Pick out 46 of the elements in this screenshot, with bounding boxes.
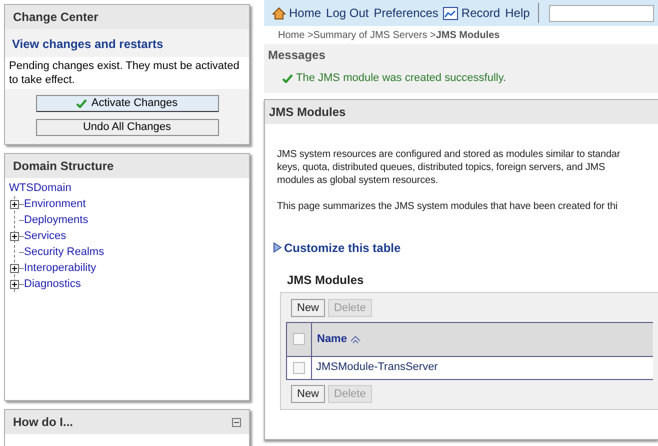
tree-item[interactable]: Services xyxy=(24,228,66,244)
content-title: JMS Modules xyxy=(265,100,658,124)
home-icon xyxy=(272,6,286,20)
action-button[interactable]: New xyxy=(291,298,326,316)
expand-icon[interactable] xyxy=(10,280,19,288)
expand-icon[interactable] xyxy=(10,200,19,208)
customize-table-link[interactable]: Customize this table xyxy=(284,238,401,256)
toolbar-link[interactable]: Log Out xyxy=(326,4,369,22)
check-icon xyxy=(76,99,88,108)
messages-title: Messages xyxy=(267,47,326,64)
toolbar-link[interactable]: Help xyxy=(505,4,530,22)
tree-root[interactable]: WTSDomain xyxy=(9,181,249,196)
row-checkbox[interactable] xyxy=(293,362,305,374)
toolbar-link[interactable]: Record xyxy=(461,4,500,22)
panel-title: Change Center xyxy=(13,9,98,26)
tree-item[interactable]: Deployments xyxy=(24,212,88,228)
sort-icon[interactable] xyxy=(350,334,361,344)
column-header[interactable]: Name xyxy=(317,330,347,348)
table-title: JMS Modules xyxy=(286,272,365,288)
breadcrumb-link[interactable]: Summary of JMS Servers > xyxy=(313,28,436,42)
tree-item[interactable]: Security Realms xyxy=(24,244,104,260)
summary-text: This page summarizes the JMS system modules that have been created for thi xyxy=(277,200,618,212)
panel-title: Domain Structure xyxy=(13,158,114,175)
toolbar-link[interactable]: Preferences xyxy=(374,4,438,22)
view-changes-link[interactable]: View changes and restarts xyxy=(12,35,242,53)
toolbar-link[interactable]: Home xyxy=(289,4,322,22)
action-button[interactable]: New xyxy=(291,384,326,402)
breadcrumb-link[interactable]: JMS Modules xyxy=(436,28,500,42)
panel-title: How do I... xyxy=(13,414,73,431)
search-field[interactable] xyxy=(548,4,654,22)
description-text: JMS system resources are configured and stored as modules similar to standar keys, quota, distributed queues, distributed topics, foreign servers, and JMS modules as global system resources. xyxy=(277,148,620,186)
check-icon xyxy=(282,74,293,83)
breadcrumb-link[interactable]: Home > xyxy=(278,28,314,42)
success-message: The JMS module was created successfully. xyxy=(296,71,506,86)
tree-item[interactable]: Interoperability xyxy=(24,260,96,276)
pending-message: Pending changes exist. They must be activated to take effect. xyxy=(5,57,249,89)
chart-icon xyxy=(443,6,458,20)
expand-triangle-icon[interactable] xyxy=(273,242,282,253)
collapse-icon[interactable] xyxy=(232,418,241,426)
undo-changes-button[interactable]: Undo All Changes xyxy=(36,119,218,136)
tree-item[interactable]: Diagnostics xyxy=(24,276,81,292)
select-all-checkbox[interactable] xyxy=(293,333,305,345)
expand-icon[interactable] xyxy=(10,232,19,240)
activate-changes-button[interactable]: Activate Changes xyxy=(36,95,218,112)
expand-icon[interactable] xyxy=(10,264,19,272)
tree-item[interactable]: Environment xyxy=(24,196,86,212)
